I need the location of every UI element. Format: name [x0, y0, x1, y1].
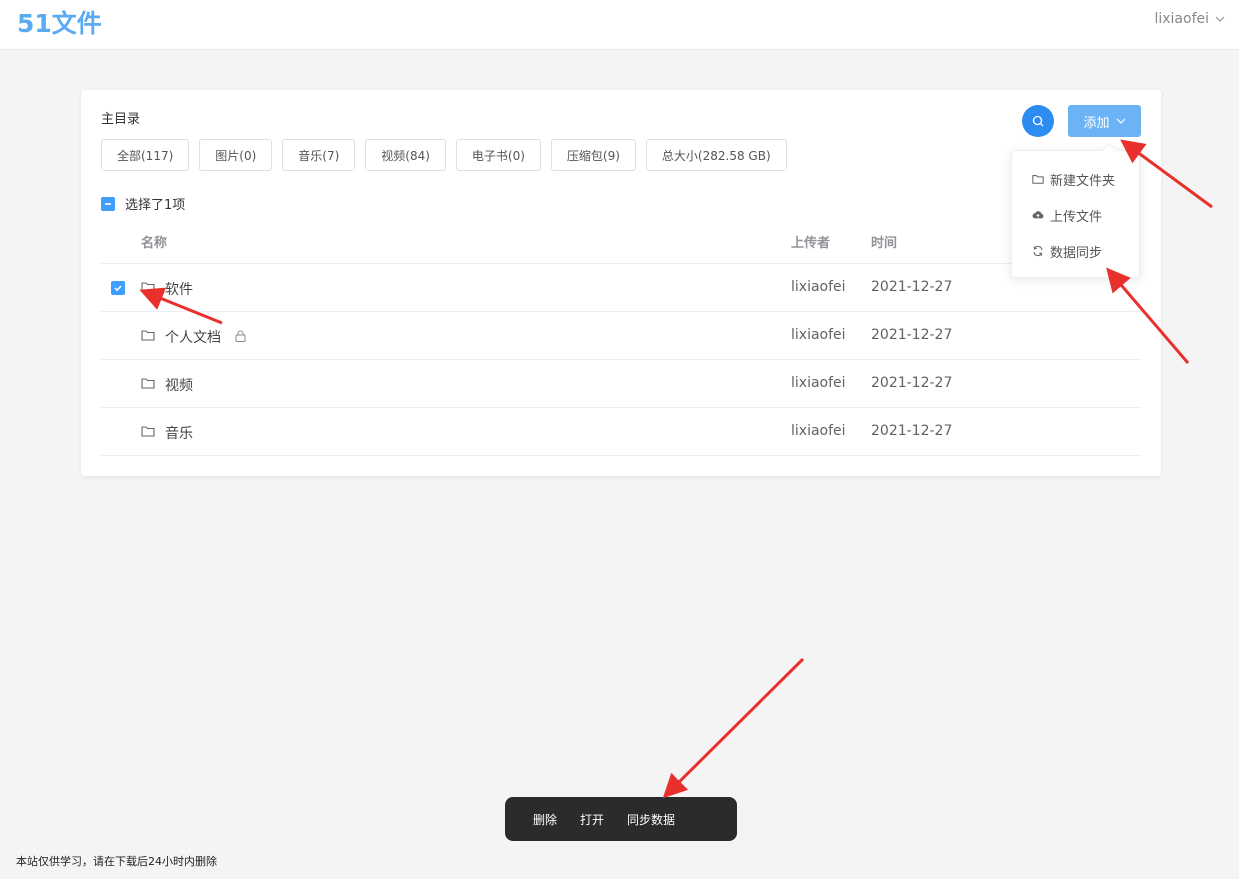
file-name[interactable]: 软件 — [165, 279, 193, 299]
file-name[interactable]: 视频 — [165, 375, 193, 395]
menu-item-label: 新建文件夹 — [1050, 173, 1116, 189]
add-dropdown-menu: 新建文件夹 上传文件 数据同步 — [1011, 150, 1140, 278]
file-uploader: lixiaofei — [791, 423, 846, 439]
menu-item-data-sync[interactable]: 数据同步 — [1012, 233, 1139, 269]
indeterminate-icon — [105, 202, 111, 205]
table-row[interactable]: 个人文档 lixiaofei 2021-12-27 — [101, 312, 1141, 360]
filter-images-button[interactable]: 图片(0) — [199, 139, 273, 171]
file-time: 2021-12-27 — [871, 423, 953, 439]
column-name-header[interactable]: 名称 — [141, 232, 167, 251]
filter-archive-button[interactable]: 压缩包(9) — [550, 139, 636, 171]
top-bar: 51文件 lixiaofei — [0, 0, 1239, 50]
filter-music-button[interactable]: 音乐(7) — [282, 139, 356, 171]
menu-item-label: 上传文件 — [1050, 209, 1103, 225]
select-all-checkbox[interactable] — [101, 196, 115, 211]
folder-icon — [141, 330, 155, 341]
menu-item-upload-file[interactable]: 上传文件 — [1012, 197, 1139, 233]
file-time: 2021-12-27 — [871, 279, 953, 295]
chevron-down-icon — [1116, 118, 1125, 124]
file-uploader: lixiaofei — [791, 279, 846, 295]
open-button[interactable]: 打开 — [580, 811, 604, 828]
filter-bar: 全部(117) 图片(0) 音乐(7) 视频(84) 电子书(0) 压缩包(9)… — [101, 139, 787, 171]
filter-all-button[interactable]: 全部(117) — [101, 139, 190, 171]
footer-disclaimer: 本站仅供学习，请在下载后24小时内删除 — [16, 855, 217, 868]
total-size-button[interactable]: 总大小(282.58 GB) — [645, 139, 787, 171]
check-icon — [114, 285, 122, 292]
refresh-icon — [1033, 245, 1043, 257]
filter-ebook-button[interactable]: 电子书(0) — [455, 139, 541, 171]
file-list: 软件 lixiaofei 2021-12-27 个人文档 lixiaofei 2… — [101, 264, 1141, 456]
filter-video-button[interactable]: 视频(84) — [365, 139, 446, 171]
sync-data-button[interactable]: 同步数据 — [627, 811, 675, 828]
search-button[interactable] — [1022, 105, 1054, 137]
folder-icon — [141, 378, 155, 389]
folder-icon — [141, 426, 155, 437]
table-header: 名称 上传者 时间 — [101, 220, 1141, 264]
selection-count: 选择了1项 — [125, 198, 186, 213]
file-uploader: lixiaofei — [791, 327, 846, 343]
file-name[interactable]: 音乐 — [165, 423, 193, 443]
selection-summary: 选择了1项 — [101, 194, 185, 213]
folder-icon — [141, 282, 155, 293]
file-uploader: lixiaofei — [791, 375, 846, 391]
chevron-down-icon — [1215, 16, 1225, 22]
user-menu[interactable]: lixiaofei — [1154, 11, 1225, 27]
add-button[interactable]: 添加 — [1068, 105, 1141, 137]
row-checkbox[interactable] — [111, 281, 125, 295]
app-logo[interactable]: 51文件 — [17, 4, 102, 40]
menu-item-new-folder[interactable]: 新建文件夹 — [1012, 161, 1139, 197]
lock-icon — [235, 330, 246, 342]
column-uploader-header[interactable]: 上传者 — [791, 232, 830, 251]
table-row[interactable]: 视频 lixiaofei 2021-12-27 — [101, 360, 1141, 408]
username: lixiaofei — [1154, 11, 1209, 27]
annotation-arrow — [662, 657, 805, 799]
add-button-label: 添加 — [1083, 115, 1110, 131]
cloud-upload-icon — [1032, 211, 1044, 219]
delete-button[interactable]: 删除 — [533, 811, 557, 828]
file-time: 2021-12-27 — [871, 327, 953, 343]
file-browser-card: 主目录 全部(117) 图片(0) 音乐(7) 视频(84) 电子书(0) 压缩… — [81, 90, 1161, 476]
search-icon — [1032, 115, 1044, 127]
selection-action-bar: 删除 打开 同步数据 — [505, 797, 737, 841]
table-row[interactable]: 软件 lixiaofei 2021-12-27 — [101, 264, 1141, 312]
menu-item-label: 数据同步 — [1050, 245, 1103, 261]
column-time-header[interactable]: 时间 — [871, 232, 897, 251]
file-time: 2021-12-27 — [871, 375, 953, 391]
file-name[interactable]: 个人文档 — [165, 327, 221, 347]
folder-icon — [1032, 175, 1044, 184]
table-row[interactable]: 音乐 lixiaofei 2021-12-27 — [101, 408, 1141, 456]
breadcrumb[interactable]: 主目录 — [101, 108, 140, 127]
